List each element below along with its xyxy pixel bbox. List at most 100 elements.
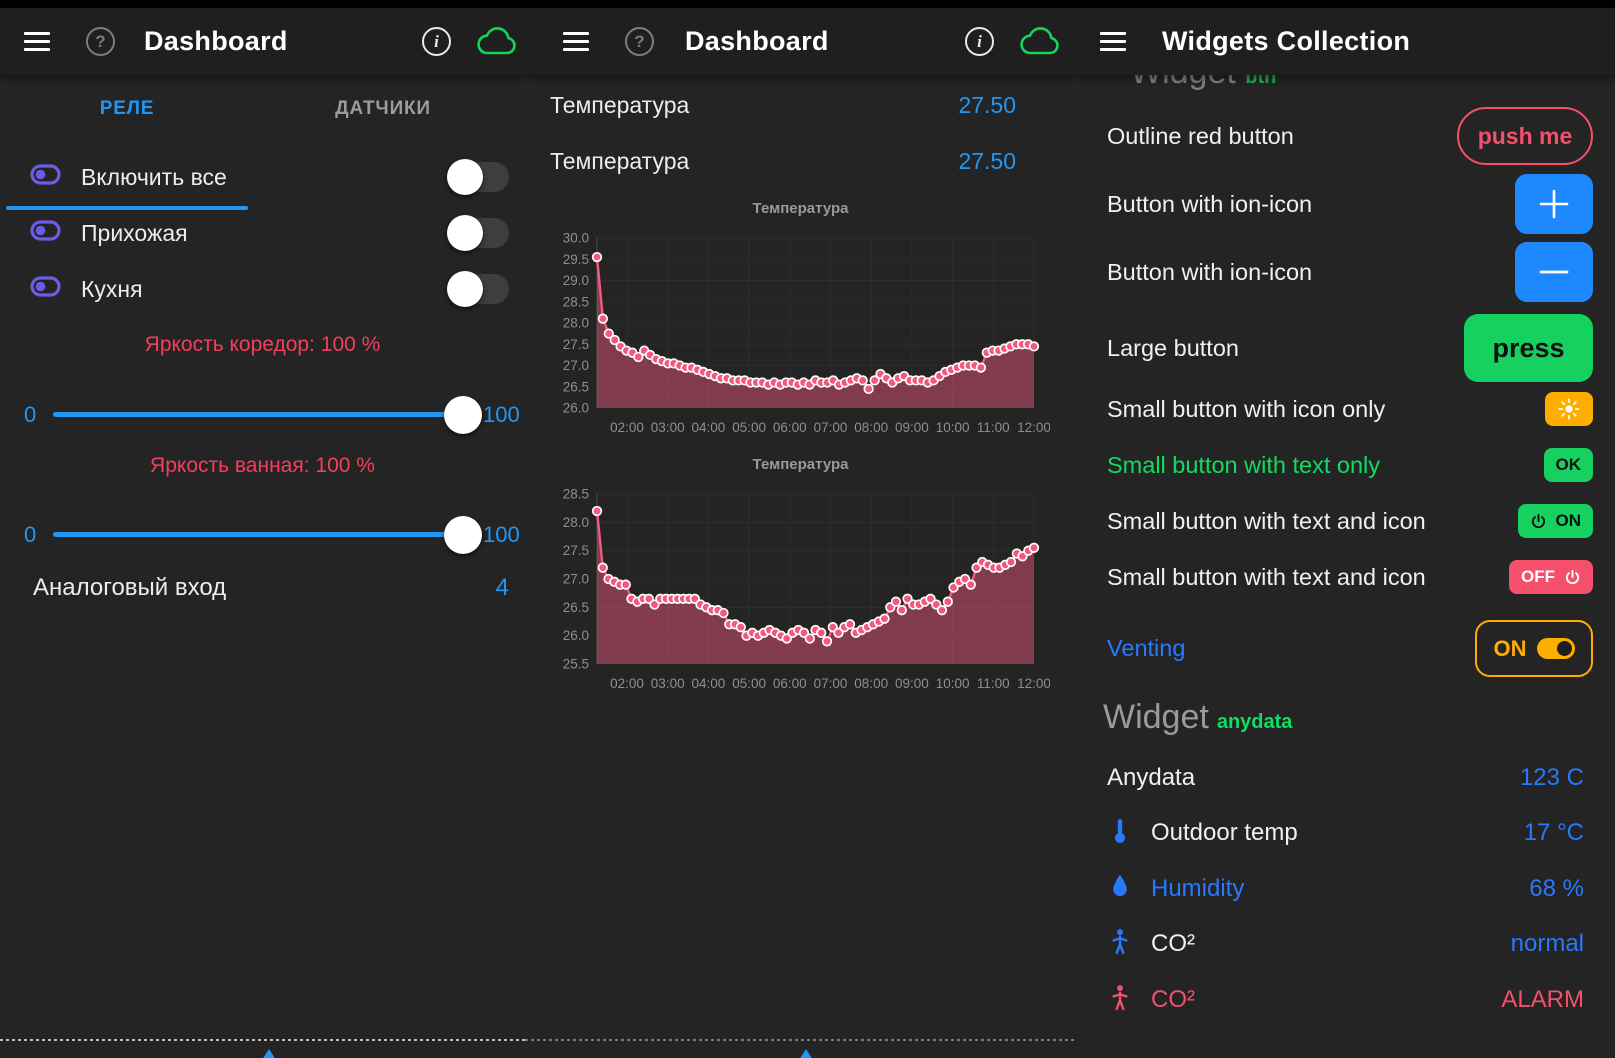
row-value: normal [1511, 930, 1584, 958]
row-label: Outline red button [1107, 123, 1294, 150]
ok-button[interactable]: OK [1544, 448, 1594, 482]
chart-title: Температура [525, 200, 1076, 217]
man-icon [1109, 984, 1135, 1017]
row-label: Button with ion-icon [1107, 191, 1312, 218]
menu-icon[interactable] [24, 32, 50, 51]
info-icon[interactable]: i [422, 27, 451, 56]
minus-button[interactable] [1515, 242, 1593, 302]
venting-state-text: ON [1494, 636, 1527, 662]
svg-text:26.5: 26.5 [563, 379, 589, 394]
sunny-button[interactable] [1545, 392, 1593, 426]
section-tag: anydata [1217, 711, 1293, 733]
switch-kitchen-toggle[interactable] [447, 271, 509, 307]
svg-text:27.5: 27.5 [563, 543, 589, 558]
page-title: Widgets Collection [1162, 26, 1410, 57]
temperature-value: 27.50 [958, 148, 1016, 175]
svg-text:28.0: 28.0 [563, 316, 589, 331]
row-label: Small button with icon only [1107, 396, 1385, 423]
row-value: ALARM [1501, 986, 1584, 1014]
venting-label: Venting [1107, 635, 1185, 662]
svg-text:07:00: 07:00 [814, 676, 848, 691]
sensor-screen: ? Dashboard i Температура 27.50 Температ… [525, 8, 1076, 1058]
switch-row-kitchen: Кухня [0, 261, 509, 317]
page-divider-dotted [525, 1039, 1076, 1041]
analog-input-label: Аналоговый вход [33, 574, 496, 602]
svg-text:29.0: 29.0 [563, 273, 589, 288]
widget-row: Outline red button push me [1107, 104, 1593, 168]
row-label: CO² [1151, 986, 1501, 1014]
row-label: CO² [1151, 930, 1511, 958]
switch-label: Кухня [81, 276, 447, 303]
plus-icon [1537, 187, 1571, 221]
brightness-slider-bath: 0 100 [0, 513, 525, 557]
slider-track[interactable] [53, 412, 468, 417]
tab-sensors[interactable]: ДАТЧИКИ [262, 75, 504, 143]
sensor-header: ? Dashboard i [525, 8, 1076, 75]
svg-text:26.0: 26.0 [563, 628, 589, 643]
data-row-co2-alarm: CO² ALARM [1107, 978, 1584, 1022]
menu-icon[interactable] [563, 32, 589, 51]
slider-max-label: 100 [483, 522, 520, 548]
svg-text:28.0: 28.0 [563, 515, 589, 530]
power-icon [1564, 569, 1581, 586]
widget-row: Button with ion-icon [1107, 242, 1593, 302]
temperature-label: Температура [550, 92, 958, 119]
on-button[interactable]: ON [1518, 504, 1594, 538]
svg-text:11:00: 11:00 [977, 676, 1010, 691]
svg-text:27.0: 27.0 [563, 358, 589, 373]
widget-row: Small button with icon only [1107, 392, 1593, 426]
row-value: 123 C [1520, 764, 1584, 792]
switch-row-hallway: Прихожая [0, 205, 509, 261]
cloud-connection-icon[interactable] [475, 26, 519, 58]
widgets-header: Widgets Collection [1076, 8, 1615, 75]
svg-text:07:00: 07:00 [814, 420, 848, 435]
push-me-button[interactable]: push me [1457, 107, 1593, 165]
toggle-icon [30, 276, 61, 302]
help-icon[interactable]: ? [86, 27, 115, 56]
data-row-co2-normal: CO² normal [1107, 922, 1584, 966]
venting-row: Venting ON [1107, 620, 1593, 677]
slider-max-label: 100 [483, 402, 520, 428]
info-icon[interactable]: i [965, 27, 994, 56]
svg-text:28.5: 28.5 [563, 294, 589, 309]
slider-knob[interactable] [444, 396, 482, 434]
widget-row: Large button press [1107, 314, 1593, 382]
power-icon [1530, 513, 1547, 530]
section-heading: Widgetanydata [1103, 698, 1292, 737]
slider-track[interactable] [53, 532, 468, 537]
switch-all-toggle[interactable] [447, 159, 509, 195]
plus-button[interactable] [1515, 174, 1593, 234]
button-text: ON [1556, 511, 1582, 531]
venting-toggle-button[interactable]: ON [1475, 620, 1593, 677]
menu-icon[interactable] [1100, 32, 1126, 51]
widget-row: Small button with text and icon OFF [1107, 560, 1593, 594]
temperature-chart-1: 30.029.529.028.528.027.527.026.526.002:0… [545, 230, 1050, 442]
svg-text:11:00: 11:00 [977, 420, 1010, 435]
switch-hallway-toggle[interactable] [447, 215, 509, 251]
slider-knob[interactable] [444, 516, 482, 554]
svg-text:02:00: 02:00 [610, 676, 644, 691]
off-button[interactable]: OFF [1509, 560, 1593, 594]
row-label: Small button with text only [1107, 452, 1380, 479]
svg-text:12:00: 12:00 [1017, 420, 1050, 435]
svg-text:26.5: 26.5 [563, 600, 589, 615]
switch-label: Прихожая [81, 220, 447, 247]
svg-text:10:00: 10:00 [936, 420, 970, 435]
widget-row: Small button with text and icon ON [1107, 504, 1593, 538]
tab-relays[interactable]: РЕЛЕ [6, 75, 248, 143]
widget-row: Button with ion-icon [1107, 174, 1593, 234]
page-title: Dashboard [144, 26, 288, 57]
data-row-humidity: Humidity 68 % [1107, 867, 1584, 911]
svg-text:08:00: 08:00 [854, 676, 888, 691]
brightness-slider-corridor: 0 100 [0, 393, 525, 437]
row-label: Humidity [1151, 875, 1529, 903]
cloud-connection-icon[interactable] [1018, 26, 1062, 58]
svg-text:08:00: 08:00 [854, 420, 888, 435]
data-row-anydata: Anydata 123 C [1107, 756, 1584, 800]
help-icon[interactable]: ? [625, 27, 654, 56]
row-label: Outdoor temp [1151, 819, 1524, 847]
data-row-outdoor-temp: Outdoor temp 17 °C [1107, 811, 1584, 855]
slider-caption-bath: Яркость ванная: 100 % [0, 454, 525, 478]
button-text: OFF [1521, 567, 1555, 587]
press-button[interactable]: press [1464, 314, 1593, 382]
